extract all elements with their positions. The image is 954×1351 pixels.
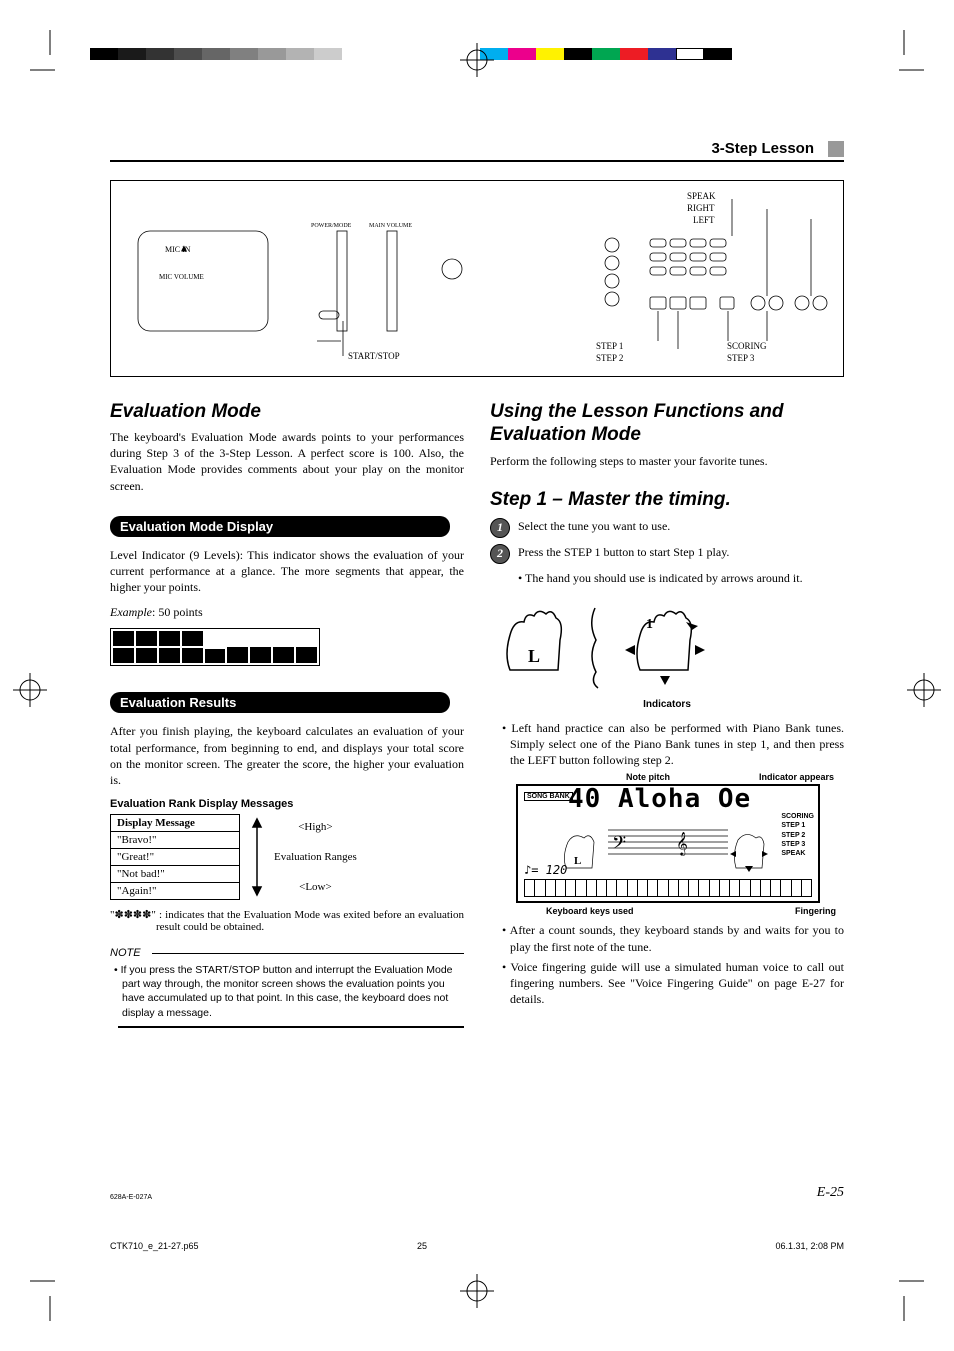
- lcd-tempo: ♪= 120: [524, 863, 567, 877]
- page-footer: 628A-E-027A E-25: [110, 1185, 844, 1201]
- step1-heading: Step 1 – Master the timing.: [490, 489, 844, 512]
- level-indicator-figure: [110, 628, 320, 666]
- evaluation-mode-heading: Evaluation Mode: [110, 401, 464, 423]
- after-count-note: • After a count sounds, they keyboard st…: [490, 922, 844, 954]
- imprint-date: 06.1.31, 2:08 PM: [775, 1241, 844, 1251]
- lcd-label-indicator: Indicator appears: [759, 772, 834, 782]
- step2-text: Press the STEP 1 button to start Step 1 …: [518, 544, 844, 560]
- asterisk-note: "✽✽✽✽" : indicates that the Evaluation M…: [110, 908, 464, 933]
- diagram-start-stop: START/STOP: [348, 351, 400, 361]
- note-heading: NOTE: [110, 947, 464, 959]
- range-arrow-icon: [250, 817, 264, 897]
- step-number-2-icon: 2: [490, 544, 510, 564]
- voice-fingering-note: • Voice fingering guide will use a simul…: [490, 959, 844, 1008]
- bw-calibration-bar: [90, 48, 342, 60]
- lcd-label-keys: Keyboard keys used: [546, 906, 634, 916]
- diagram-right: RIGHT: [687, 203, 715, 213]
- evaluation-display-heading: Evaluation Mode Display: [110, 516, 450, 537]
- display-message-table: Display Message "Bravo!" "Great!" "Not b…: [110, 814, 240, 900]
- note-body: • If you press the START/STOP button and…: [110, 963, 464, 1028]
- reg-mark-left-icon: [10, 670, 50, 710]
- lcd-label-note-pitch: Note pitch: [626, 772, 670, 782]
- svg-text:L: L: [528, 646, 540, 666]
- svg-text:1: 1: [646, 617, 653, 632]
- lcd-title: 40 Aloha Oe: [568, 784, 751, 814]
- reg-mark-right-icon: [904, 670, 944, 710]
- table-row: "Bravo!": [111, 832, 240, 849]
- imprint-line: CTK710_e_21-27.p65 25 06.1.31, 2:08 PM: [110, 1241, 844, 1251]
- table-row: "Great!": [111, 849, 240, 866]
- diagram-power: POWER/MODE: [311, 223, 351, 229]
- lcd-song-bank: SONG BANK: [524, 792, 573, 801]
- using-lesson-heading: Using the Lesson Functions and Evaluatio…: [490, 401, 844, 447]
- diagram-step1: STEP 1: [596, 341, 623, 351]
- right-column: Using the Lesson Functions and Evaluatio…: [490, 397, 844, 1028]
- rank-messages-heading: Evaluation Rank Display Messages: [110, 798, 464, 810]
- imprint-sheet: 25: [417, 1241, 557, 1251]
- page-number: E-25: [817, 1185, 844, 1201]
- step2-sub: • The hand you should use is indicated b…: [490, 570, 844, 586]
- lcd-display-figure: SONG BANK 40 Aloha Oe SCORING STEP 1 STE…: [516, 784, 820, 903]
- header-chip-icon: [828, 141, 844, 157]
- section-title: 3-Step Lesson: [711, 140, 814, 157]
- diagram-step3: STEP 3: [727, 353, 754, 363]
- keyboard-diagram: ▲: [110, 180, 844, 377]
- doc-code: 628A-E-027A: [110, 1194, 152, 1201]
- left-column: Evaluation Mode The keyboard's Evaluatio…: [110, 397, 464, 1028]
- step1-text: Select the tune you want to use.: [518, 518, 844, 534]
- diagram-speak: SPEAK: [687, 191, 716, 201]
- lcd-keyboard-icon: [524, 879, 812, 897]
- level-indicator-desc: Level Indicator (9 Levels): This indicat…: [110, 547, 464, 596]
- table-row: "Again!": [111, 883, 240, 900]
- table-row: "Not bad!": [111, 866, 240, 883]
- crop-marks-top: [0, 30, 954, 90]
- lcd-label-fingering: Fingering: [795, 906, 836, 916]
- crop-marks-bottom: [0, 1261, 954, 1321]
- indicators-caption: Indicators: [490, 699, 844, 710]
- svg-text:𝄢: 𝄢: [612, 832, 626, 857]
- hands-indicator-figure: L 1: [490, 600, 710, 690]
- diagram-mic-volume: MIC VOLUME: [159, 273, 204, 281]
- color-calibration-bar: [480, 48, 732, 60]
- range-labels: <High> Evaluation Ranges <Low>: [274, 821, 357, 893]
- using-lesson-intro: Perform the following steps to master yo…: [490, 453, 844, 469]
- lcd-right-labels: SCORING STEP 1 STEP 2 STEP 3 SPEAK: [781, 812, 814, 857]
- example-label: Example: [110, 605, 152, 619]
- page-header: 3-Step Lesson: [110, 140, 844, 162]
- example-value: : 50 points: [152, 605, 203, 619]
- svg-text:𝄞: 𝄞: [676, 833, 688, 856]
- evaluation-results-desc: After you finish playing, the keyboard c…: [110, 723, 464, 788]
- piano-bank-note: • Left hand practice can also be perform…: [490, 720, 844, 769]
- table-header: Display Message: [111, 815, 240, 832]
- step-number-1-icon: 1: [490, 518, 510, 538]
- imprint-file: CTK710_e_21-27.p65: [110, 1241, 199, 1251]
- range-high: <High>: [298, 821, 332, 833]
- diagram-step2: STEP 2: [596, 353, 623, 363]
- range-mid: Evaluation Ranges: [274, 851, 357, 863]
- diagram-volume: MAIN VOLUME: [369, 223, 412, 229]
- diagram-scoring: SCORING: [727, 341, 767, 351]
- evaluation-results-heading: Evaluation Results: [110, 692, 450, 713]
- svg-text:L: L: [574, 855, 581, 867]
- diagram-left: LEFT: [693, 215, 715, 225]
- diagram-mic-in: MIC IN: [165, 245, 191, 254]
- evaluation-intro: The keyboard's Evaluation Mode awards po…: [110, 429, 464, 494]
- range-low: <Low>: [299, 881, 332, 893]
